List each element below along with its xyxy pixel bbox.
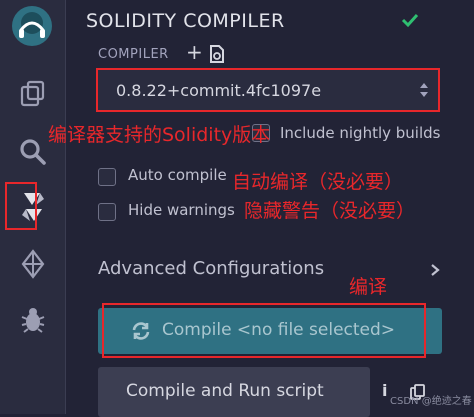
chevron-right-icon[interactable] [430,262,440,281]
hide-warnings-checkbox[interactable] [98,203,116,221]
panel-title: SOLIDITY COMPILER [86,10,285,32]
debugger-icon[interactable] [0,298,65,342]
annotation-versions: 编译器支持的Solidity版本 [48,124,271,146]
hide-warnings-label: Hide warnings [128,201,235,219]
auto-compile-checkbox[interactable] [98,168,116,186]
compile-highlight [102,303,426,358]
compile-and-run-label: Compile and Run script [126,381,324,401]
check-icon [400,10,420,34]
watermark: CSDN @绝迹之春 [390,396,472,407]
annotation-hide-warnings: 隐藏警告（没必要） [244,200,416,222]
compile-and-run-button[interactable]: Compile and Run script [98,367,370,417]
file-add-icon[interactable] [208,44,226,68]
auto-compile-label: Auto compile [128,166,227,184]
compiler-label: COMPILER [98,47,169,62]
annotation-auto-compile: 自动编译（没必要） [232,171,404,193]
advanced-configurations-toggle[interactable]: Advanced Configurations [98,258,324,279]
info-icon[interactable]: i [382,381,387,400]
select-arrows-icon [418,80,430,104]
compiler-version-select[interactable]: 0.8.22+commit.4fc1097e [96,68,440,112]
selected-plugin-highlight [5,182,37,230]
deploy-icon[interactable] [0,242,65,286]
plus-icon[interactable]: + [186,42,203,62]
nightly-builds-label: Include nightly builds [280,124,441,142]
file-explorer-icon[interactable] [0,72,65,116]
remix-logo-icon[interactable] [8,2,56,48]
compiler-version-value: 0.8.22+commit.4fc1097e [116,81,322,100]
annotation-compile: 编译 [349,276,388,298]
